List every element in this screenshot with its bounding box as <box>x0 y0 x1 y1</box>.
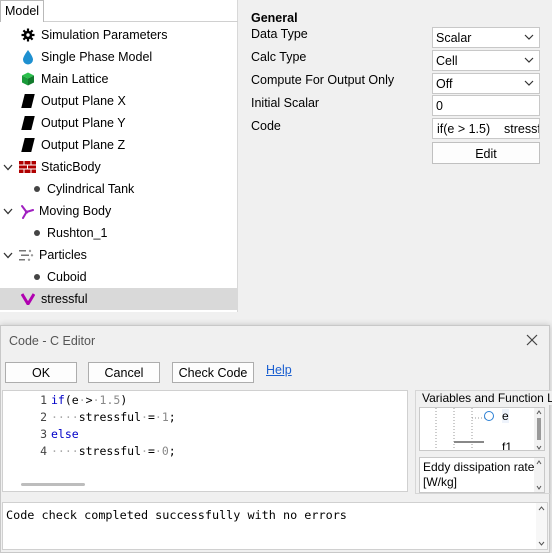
calc-type-value: Cell <box>436 54 458 68</box>
tree-item-label: Cuboid <box>47 270 87 284</box>
particles-icon <box>18 247 34 263</box>
code-editor-dialog: Code - C Editor OK Cancel Check Code Hel… <box>0 325 552 553</box>
tree-item-cylindrical-tank[interactable]: Cylindrical Tank <box>32 178 134 200</box>
code-line: 1 if(e·>·1.5) <box>3 392 127 409</box>
tree-item-output-plane-y[interactable]: Output Plane Y <box>20 112 126 134</box>
tree-item-label: Output Plane X <box>41 94 126 108</box>
model-tree-panel: Model Simulation Parameters Single Phase… <box>0 0 238 312</box>
calc-type-label: Calc Type <box>251 50 307 64</box>
dialog-title: Code - C Editor <box>9 334 96 348</box>
code-line: 4 ····stressful·=·0; <box>3 443 176 460</box>
properties-panel: General Data Type Scalar Calc Type Cell … <box>240 0 552 322</box>
tab-model[interactable]: Model <box>0 0 44 22</box>
droplet-icon <box>20 49 36 65</box>
tree-item-label: Cylindrical Tank <box>47 182 135 196</box>
code-preview-field[interactable]: if(e > 1.5) stressful <box>432 118 540 139</box>
compute-for-output-select[interactable]: Off <box>432 73 540 94</box>
tab-divider <box>44 21 238 22</box>
chevron-down-icon <box>524 57 534 63</box>
plane-icon <box>20 115 36 131</box>
brick-wall-icon <box>18 159 36 175</box>
chevron-down-icon[interactable] <box>2 249 14 261</box>
variable-description-text: Eddy dissipation rate [W/kg] <box>423 460 535 489</box>
vertical-scrollbar[interactable] <box>534 408 544 450</box>
variables-panel: Variables and Function L e f1 Eddy dissi… <box>415 390 552 494</box>
help-link[interactable]: Help <box>266 363 292 377</box>
tree-item-label: Output Plane Z <box>41 138 126 152</box>
status-scrollbar[interactable] <box>536 503 547 549</box>
tree-lines <box>435 408 486 450</box>
tree-item-output-plane-z[interactable]: Output Plane Z <box>20 134 125 156</box>
horizontal-scrollbar[interactable] <box>21 483 85 486</box>
tree-item-stressful[interactable]: stressful <box>0 288 238 310</box>
tree-item-rushton-1[interactable]: Rushton_1 <box>32 222 107 244</box>
impeller-icon <box>18 203 34 219</box>
line-number: 3 <box>40 427 47 441</box>
line-number: 4 <box>40 444 47 458</box>
tree-item-moving-body[interactable]: Moving Body <box>3 200 112 222</box>
variables-tree[interactable]: e f1 <box>419 407 545 451</box>
status-output: Code check completed successfully with n… <box>2 502 548 550</box>
code-editor[interactable]: 1 if(e·>·1.5) 2 ····stressful·=·1; 3 else 4… <box>2 390 408 492</box>
tree-item-particles[interactable]: Particles <box>3 244 87 266</box>
tree-item-label: Output Plane Y <box>41 116 126 130</box>
status-message: Code check completed successfully with n… <box>6 508 347 522</box>
code-line: 3 else <box>3 426 79 443</box>
tree-item-label: Moving Body <box>39 204 112 218</box>
code-line: 2 ····stressful·=·1; <box>3 409 176 426</box>
ok-button[interactable]: OK <box>5 362 77 383</box>
initial-scalar-label: Initial Scalar <box>251 96 320 110</box>
data-type-label: Data Type <box>251 27 308 41</box>
data-type-select[interactable]: Scalar <box>432 27 540 48</box>
tree-item-label: Particles <box>39 248 87 262</box>
tree-item-staticbody[interactable]: StaticBody <box>3 156 101 178</box>
plane-icon <box>20 137 36 153</box>
chevron-down-icon[interactable] <box>2 161 14 173</box>
chevron-down-icon <box>524 34 534 40</box>
calc-type-select[interactable]: Cell <box>432 50 540 71</box>
section-title-general: General <box>251 11 298 25</box>
data-type-value: Scalar <box>436 31 472 45</box>
line-number: 2 <box>40 410 47 424</box>
bullet-icon <box>32 181 42 197</box>
compute-for-output-value: Off <box>436 77 453 91</box>
code-label: Code <box>251 119 281 133</box>
chevron-down-icon <box>524 80 534 86</box>
variable-item-e[interactable]: e <box>502 409 509 423</box>
description-scrollbar[interactable] <box>534 458 544 492</box>
gear-icon <box>20 27 36 43</box>
bullet-icon <box>32 269 42 285</box>
variables-title: Variables and Function L <box>422 391 552 405</box>
tree-item-label: Rushton_1 <box>47 226 108 240</box>
tree-item-label: stressful <box>41 292 88 306</box>
check-code-button[interactable]: Check Code <box>172 362 254 383</box>
compute-for-output-label: Compute For Output Only <box>251 73 395 87</box>
close-icon[interactable] <box>525 333 539 347</box>
tree-item-simulation-parameters[interactable]: Simulation Parameters <box>20 24 167 46</box>
line-number: 1 <box>40 393 47 407</box>
tree-item-main-lattice[interactable]: Main Lattice <box>20 68 108 90</box>
initial-scalar-input[interactable]: 0 <box>432 95 540 116</box>
tree-item-cuboid[interactable]: Cuboid <box>32 266 87 288</box>
tree-item-label: Single Phase Model <box>41 50 153 64</box>
bullet-icon <box>32 225 42 241</box>
tree-item-output-plane-x[interactable]: Output Plane X <box>20 90 126 112</box>
variable-item-f1[interactable]: f1 <box>502 440 512 450</box>
edit-button[interactable]: Edit <box>432 142 540 164</box>
tree-item-label: Main Lattice <box>41 72 109 86</box>
variable-v-icon <box>20 291 36 307</box>
chevron-down-icon[interactable] <box>2 205 14 217</box>
cube-icon <box>20 71 36 87</box>
tree-item-label: StaticBody <box>41 160 101 174</box>
cancel-button[interactable]: Cancel <box>88 362 160 383</box>
plane-icon <box>20 93 36 109</box>
tree-item-single-phase-model[interactable]: Single Phase Model <box>20 46 152 68</box>
variable-description: Eddy dissipation rate [W/kg] <box>419 457 545 493</box>
variable-node-icon <box>484 411 494 421</box>
tree-item-label: Simulation Parameters <box>41 28 168 42</box>
